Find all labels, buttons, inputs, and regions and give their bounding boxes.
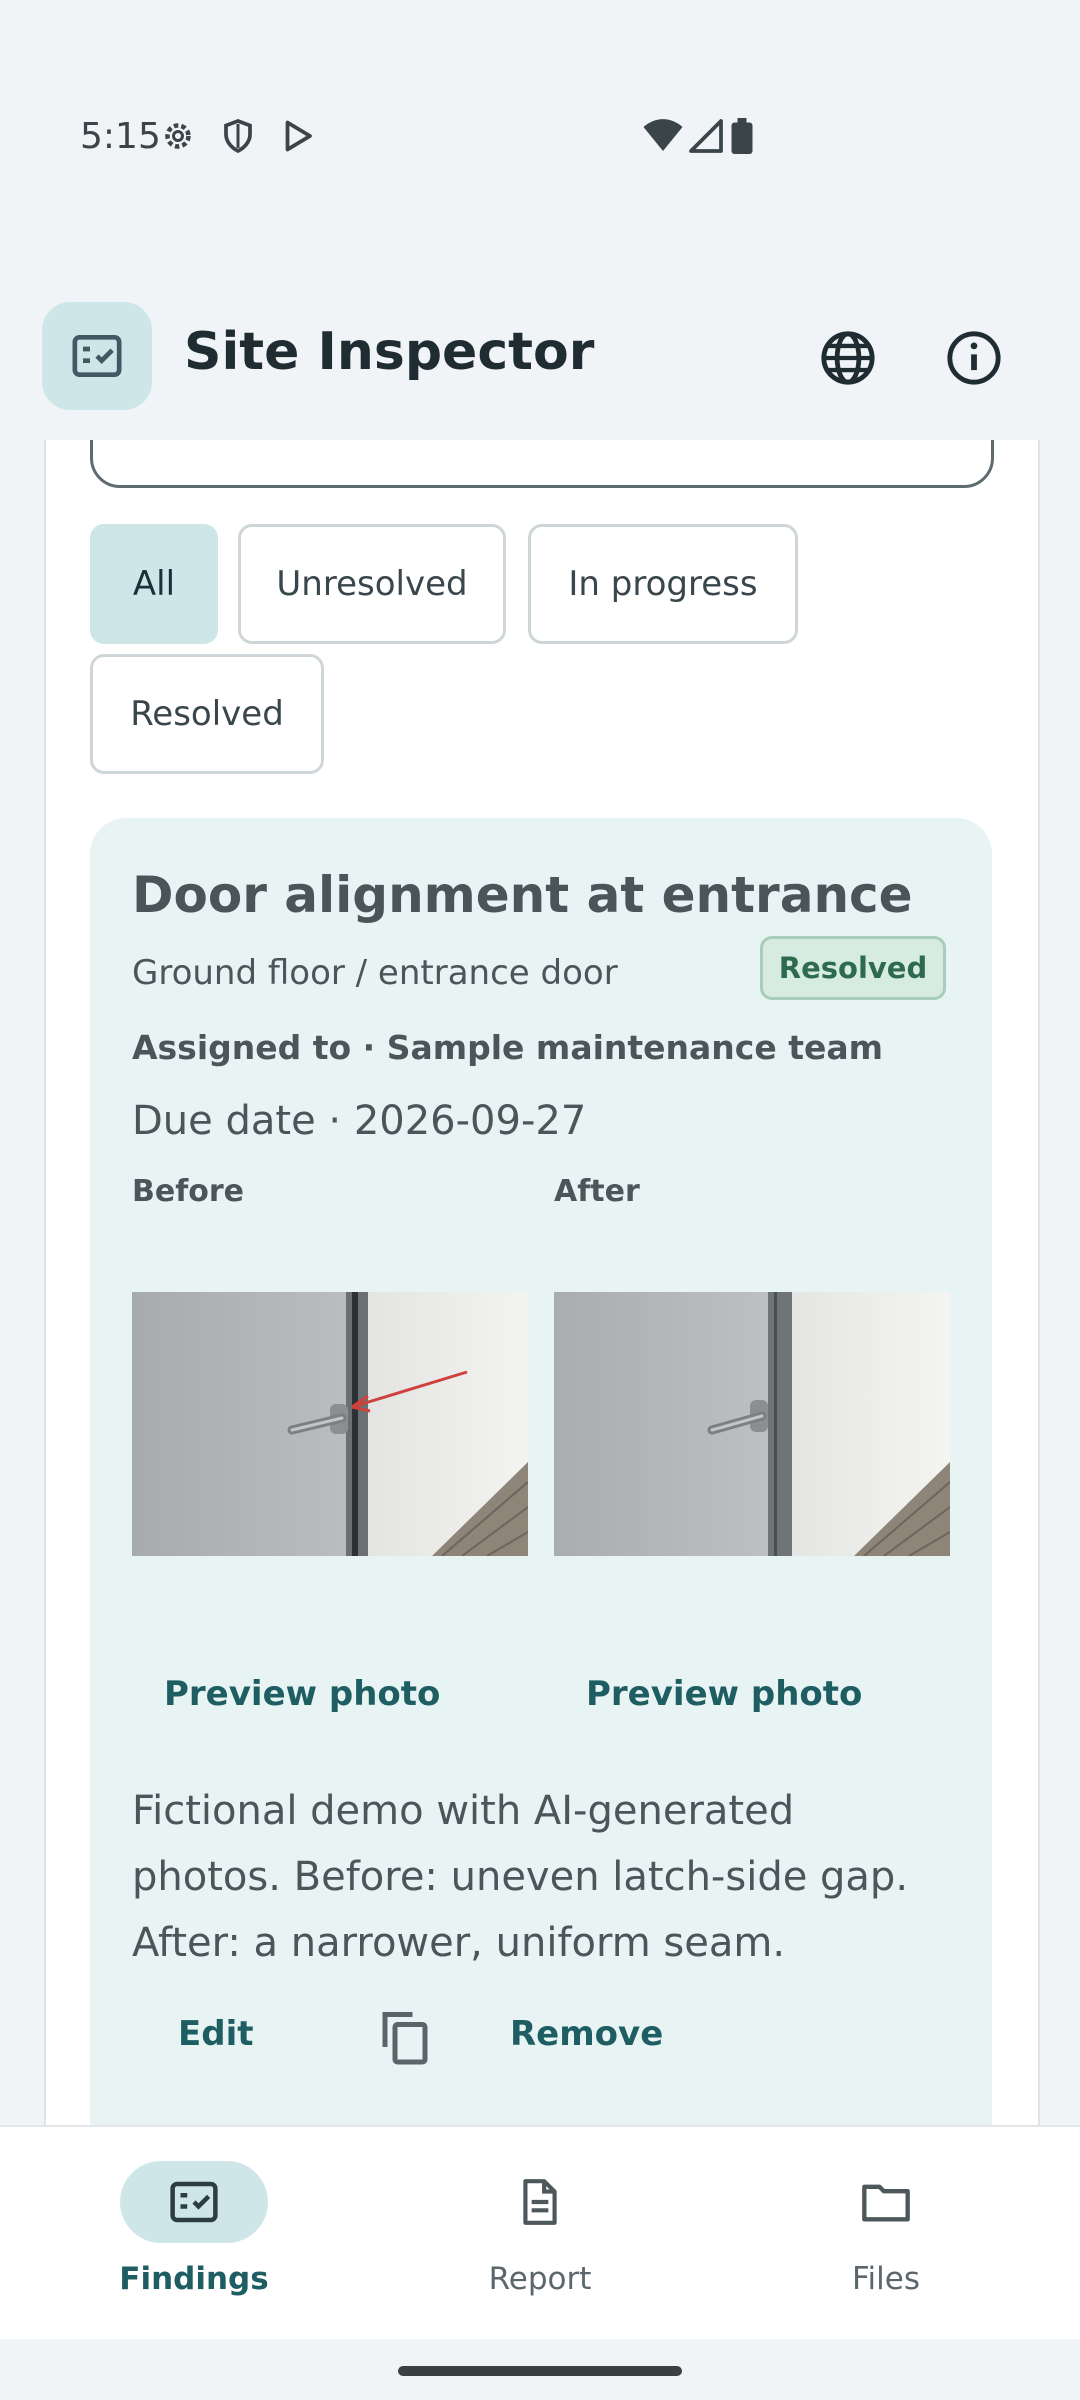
edit-button[interactable]: Edit: [178, 2014, 253, 2054]
nav-report[interactable]: Report: [360, 2127, 720, 2339]
settings-icon: [160, 118, 196, 158]
report-icon: [523, 2179, 557, 2225]
bottom-navigation: Findings Report Files: [0, 2125, 1080, 2339]
nav-report-label: Report: [488, 2261, 592, 2297]
wifi-icon: [642, 118, 684, 158]
nav-findings[interactable]: Findings: [14, 2127, 374, 2339]
language-button[interactable]: [808, 318, 888, 398]
findings-icon: [170, 2181, 218, 2223]
nav-findings-label: Findings: [119, 2261, 269, 2297]
finding-description: Fictional demo with AI-generated photos.…: [132, 1788, 909, 1966]
assigned-to: Assigned to · Sample maintenance team: [132, 1028, 884, 1067]
finding-location: Ground floor / entrance door: [132, 953, 618, 993]
preview-after-button[interactable]: Preview photo: [586, 1674, 862, 1714]
finding-title: Door alignment at entrance: [132, 866, 913, 924]
nav-files[interactable]: Files: [706, 2127, 1066, 2339]
status-time: 5:15: [80, 116, 161, 157]
filter-chip-all[interactable]: All: [90, 524, 218, 644]
after-label: After: [554, 1174, 640, 1209]
filter-chip-unresolved[interactable]: Unresolved: [238, 524, 506, 644]
signal-icon: [688, 118, 724, 158]
globe-icon: [821, 331, 875, 385]
due-date: Due date · 2026-09-27: [132, 1098, 587, 1144]
status-badge: Resolved: [760, 936, 946, 1000]
info-button[interactable]: [934, 318, 1014, 398]
before-photo[interactable]: [132, 1292, 528, 1556]
shield-icon: [220, 118, 256, 158]
filter-chip-resolved[interactable]: Resolved: [90, 654, 324, 774]
content-panel: All Unresolved In progress Resolved Door…: [44, 440, 1040, 2125]
remove-button[interactable]: Remove: [510, 2014, 663, 2054]
home-indicator[interactable]: [398, 2366, 682, 2376]
app-logo-icon: [42, 302, 152, 410]
after-photo[interactable]: [554, 1292, 950, 1556]
finding-card[interactable]: Door alignment at entrance Ground floor …: [90, 818, 992, 2125]
nav-files-label: Files: [851, 2261, 921, 2297]
battery-icon: [730, 118, 754, 158]
copy-icon: [382, 2012, 428, 2065]
preview-before-button[interactable]: Preview photo: [164, 1674, 440, 1714]
app-title: Site Inspector: [184, 322, 595, 382]
info-icon: [947, 331, 1001, 385]
folder-icon: [862, 2184, 910, 2222]
duplicate-button[interactable]: [370, 2002, 440, 2072]
play-store-icon: [280, 118, 316, 158]
before-label: Before: [132, 1174, 245, 1209]
search-field[interactable]: [90, 440, 994, 488]
filter-chip-in-progress[interactable]: In progress: [528, 524, 798, 644]
